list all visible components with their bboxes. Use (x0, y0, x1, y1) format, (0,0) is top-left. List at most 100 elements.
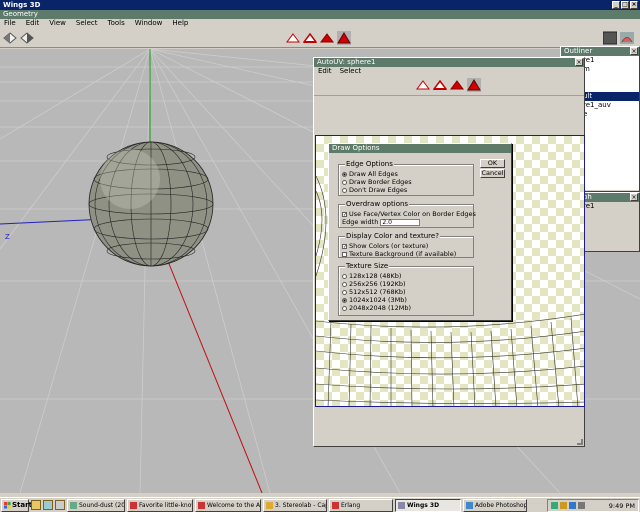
texture-256-label: 256x256 (192Kb) (349, 280, 406, 288)
menu-view[interactable]: View (49, 19, 66, 28)
erlang-icon (332, 501, 339, 509)
edge-width-input[interactable]: 2.0 (380, 218, 421, 226)
outliner-item[interactable]: m (583, 65, 639, 74)
tray-app-icon[interactable] (551, 502, 558, 509)
edge-options-title: Edge Options (345, 160, 394, 168)
menu-window[interactable]: Window (135, 19, 163, 28)
autouv-title: AutoUV: sphere1 (317, 58, 376, 66)
maximize-button[interactable]: □ (621, 1, 629, 9)
taskbar-item-photoshop[interactable]: Adobe Photoshop (463, 498, 527, 512)
app-title: Wings 3D (3, 1, 41, 9)
texture-size-group: Texture Size 128x128 (48Kb) 256x256 (192… (338, 262, 474, 316)
start-label: Start (12, 500, 32, 509)
texture-128-radio[interactable] (342, 273, 347, 279)
menu-file[interactable]: File (4, 19, 16, 28)
windows-logo-icon (4, 501, 11, 509)
display-options-title: Display Color and texture? (345, 232, 440, 240)
draw-border-edges-radio[interactable] (342, 179, 347, 185)
ok-button[interactable]: OK (480, 159, 505, 168)
outliner-item[interactable]: re1 (583, 56, 639, 65)
edge-mode-icon[interactable] (303, 31, 317, 45)
dont-draw-edges-label: Don't Draw Edges (349, 186, 408, 194)
draw-options-dialog: Draw Options OK Cancel Edge Options Draw… (328, 143, 512, 321)
draw-all-edges-radio[interactable] (342, 171, 347, 177)
smooth-preview-icon[interactable] (620, 31, 634, 45)
sphere-mesh[interactable] (88, 141, 214, 267)
taskbar-item-favorite[interactable]: Favorite little-know... (127, 498, 193, 512)
texture-512-label: 512x512 (768Kb) (349, 288, 406, 296)
outliner-item[interactable]: e (583, 110, 639, 119)
texture-2048-radio[interactable] (342, 305, 347, 311)
start-button[interactable]: Start (1, 498, 32, 512)
vertex-mode-icon[interactable] (286, 31, 300, 45)
photoshop-icon (466, 501, 473, 509)
music-icon (266, 501, 273, 509)
close-button[interactable]: × (630, 1, 638, 9)
tray-volume-icon[interactable] (560, 502, 567, 509)
outliner-item[interactable] (583, 83, 639, 92)
quicklaunch-folder-icon[interactable] (55, 500, 65, 510)
taskbar-item-welcome[interactable]: Welcome to the Art ... (195, 498, 261, 512)
texture-128-label: 128x128 (48Kb) (349, 272, 402, 280)
outliner-item[interactable] (583, 74, 639, 83)
main-menu-bar: File Edit View Select Tools Window Help (0, 19, 640, 28)
texture-1024-radio[interactable] (342, 297, 347, 303)
dont-draw-edges-radio[interactable] (342, 187, 347, 193)
draw-all-edges-label: Draw All Edges (349, 170, 398, 178)
uv-body-mode-icon[interactable] (467, 78, 481, 92)
geometry-header: Geometry (0, 10, 640, 19)
menu-edit[interactable]: Edit (26, 19, 40, 28)
geometry-graph-item[interactable]: re1 (583, 202, 639, 211)
taskbar-item-sound-dust[interactable]: Sound-dust (2001) (67, 498, 125, 512)
minimize-button[interactable]: _ (612, 1, 620, 9)
taskbar-item-erlang[interactable]: Erlang (329, 498, 393, 512)
draw-border-edges-label: Draw Border Edges (349, 178, 412, 186)
wings-icon (398, 501, 405, 509)
texture-size-title: Texture Size (345, 262, 390, 270)
browser-icon (130, 501, 137, 509)
taskbar-item-wings3d[interactable]: Wings 3D (395, 498, 461, 512)
outliner-close-button[interactable]: × (630, 47, 638, 55)
display-options-group: Display Color and texture? ✓ Show Colors … (338, 232, 474, 258)
edge-width-label: Edge width (342, 218, 379, 226)
texture-background-label: Texture Background (if available) (349, 250, 457, 258)
geometry-graph-close-button[interactable]: × (630, 193, 638, 201)
quicklaunch-desktop-icon[interactable] (43, 500, 53, 510)
outliner-item-selected[interactable]: ult (583, 92, 639, 101)
face-mode-icon[interactable] (320, 31, 334, 45)
menu-select[interactable]: Select (76, 19, 98, 28)
taskbar-item-stereolab[interactable]: 3. Stereolab - Capt... (263, 498, 327, 512)
perspective-view-icon[interactable] (3, 31, 17, 45)
texture-256-radio[interactable] (342, 281, 347, 287)
overdraw-options-title: Overdraw options (345, 200, 410, 208)
uv-face-mode-icon[interactable] (450, 78, 464, 92)
quicklaunch-explorer-icon[interactable] (31, 500, 41, 510)
cancel-button[interactable]: Cancel (480, 169, 505, 178)
menu-tools[interactable]: Tools (108, 19, 125, 28)
texture-512-radio[interactable] (342, 289, 347, 295)
texture-background-checkbox[interactable] (342, 251, 347, 257)
menu-help[interactable]: Help (172, 19, 188, 28)
autouv-menu-edit[interactable]: Edit (318, 67, 332, 76)
outliner-title: Outliner (564, 47, 593, 55)
overdraw-options-group: Overdraw options ✓ Use Face/Vertex Color … (338, 200, 476, 228)
shading-view-icon[interactable] (20, 31, 34, 45)
autouv-menu-select[interactable]: Select (340, 67, 362, 76)
uv-vertex-mode-icon[interactable] (416, 78, 430, 92)
workmode-icon[interactable] (603, 31, 617, 45)
uv-edge-mode-icon[interactable] (433, 78, 447, 92)
outliner-item[interactable]: re1_auv (583, 101, 639, 110)
dialog-title: Draw Options (329, 144, 511, 153)
resize-grip[interactable] (577, 439, 583, 445)
show-colors-label: Show Colors (or texture) (349, 242, 429, 250)
autouv-close-button[interactable]: × (575, 58, 583, 66)
body-mode-icon[interactable] (337, 31, 351, 45)
show-colors-checkbox[interactable]: ✓ (342, 243, 347, 249)
tray-misc-icon[interactable] (578, 502, 585, 509)
tray-network-icon[interactable] (569, 502, 576, 509)
system-tray: 9:49 PM (547, 499, 639, 512)
texture-2048-label: 2048x2048 (12Mb) (349, 304, 412, 312)
windows-taskbar: Start Sound-dust (2001) Favorite little-… (0, 497, 640, 512)
media-icon (70, 501, 77, 509)
use-face-color-checkbox[interactable]: ✓ (342, 211, 347, 217)
